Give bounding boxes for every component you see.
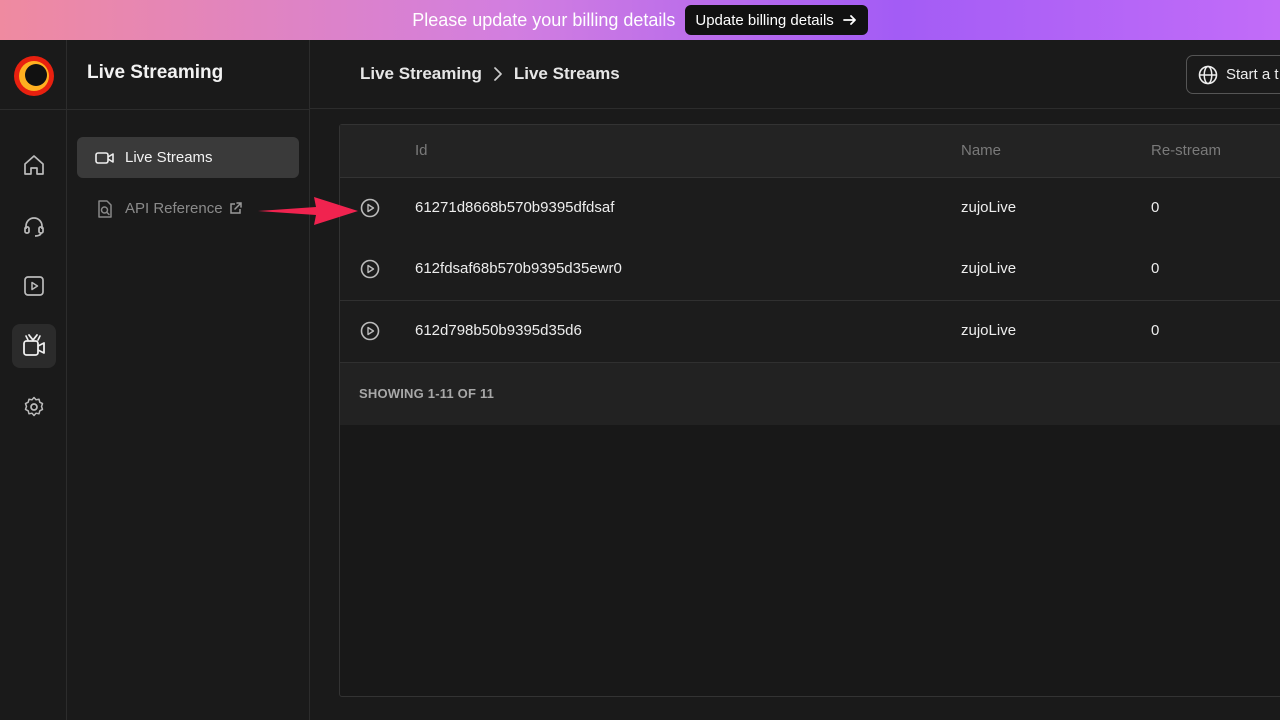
headset-icon [24, 217, 44, 237]
page-header: Live Streaming Live Streams Start a t [310, 40, 1280, 109]
rail-home[interactable] [12, 143, 56, 187]
icon-rail [0, 40, 67, 720]
breadcrumb: Live Streaming Live Streams [360, 64, 620, 84]
play-circle-icon[interactable] [360, 259, 380, 279]
rail-live-streaming[interactable] [12, 324, 56, 368]
sidebar-item-label: API Reference [125, 200, 223, 217]
gear-icon [24, 396, 44, 417]
sidebar-item-label: Live Streams [125, 149, 213, 166]
table-footer: SHOWING 1-11 OF 11 [340, 363, 1280, 425]
breadcrumb-item-live-streaming[interactable]: Live Streaming [360, 64, 482, 84]
sidebar-item-live-streams[interactable]: Live Streams [77, 137, 299, 178]
cell-id: 61271d8668b570b9395dfdsaf [415, 199, 615, 216]
rail-divider [0, 109, 67, 110]
cell-restream: 0 [1151, 322, 1160, 339]
video-camera-icon [95, 151, 114, 164]
annotation-arrow [258, 197, 358, 225]
column-header-restream: Re-stream [1151, 142, 1222, 159]
sidebar-divider [67, 109, 310, 110]
start-button-label: Start a t [1226, 66, 1279, 83]
billing-banner: Please update your billing details Updat… [0, 0, 1280, 40]
pagination-summary: SHOWING 1-11 OF 11 [359, 386, 495, 401]
rail-support[interactable] [12, 204, 56, 248]
banner-message: Please update your billing details [412, 9, 676, 30]
chevron-right-icon [494, 67, 502, 81]
app-logo[interactable] [13, 55, 55, 97]
table-row[interactable]: 612d798b50b9395d35d6 zujoLive 0 [340, 301, 1280, 363]
globe-icon [1198, 65, 1218, 84]
table-row[interactable]: 61271d8668b570b9395dfdsaf zujoLive 0 [340, 178, 1280, 240]
cell-restream: 0 [1151, 199, 1160, 216]
cell-id: 612fdsaf68b570b9395d35ewr0 [415, 260, 622, 277]
app-title: Live Streaming [87, 62, 224, 83]
play-circle-icon[interactable] [360, 198, 380, 218]
video-play-icon [24, 276, 44, 296]
cell-name: zujoLive [961, 199, 1017, 216]
rail-video[interactable] [12, 264, 56, 308]
cell-name: zujoLive [961, 322, 1017, 339]
start-button[interactable]: Start a t [1186, 55, 1280, 94]
cell-name: zujoLive [961, 260, 1017, 277]
home-icon [24, 155, 44, 175]
cell-restream: 0 [1151, 260, 1160, 277]
cell-id: 612d798b50b9395d35d6 [415, 322, 582, 339]
column-header-id: Id [415, 142, 428, 159]
sidebar: Live Streaming Live Streams API Referenc… [67, 40, 310, 720]
external-link-icon [229, 202, 242, 214]
table-row[interactable]: 612fdsaf68b570b9395d35ewr0 zujoLive 0 [340, 239, 1280, 301]
rail-settings[interactable] [12, 385, 56, 429]
table-header: Id Name Re-stream [340, 125, 1280, 178]
breadcrumb-item-live-streams: Live Streams [513, 64, 620, 83]
arrow-right-icon [842, 15, 856, 25]
update-billing-button[interactable]: Update billing details [685, 5, 868, 35]
live-streams-table: Id Name Re-stream 61271d8668b570b9395dfd… [339, 124, 1280, 697]
column-header-name: Name [961, 142, 1002, 159]
api-doc-icon [98, 199, 112, 218]
play-circle-icon[interactable] [360, 321, 380, 341]
update-billing-label: Update billing details [695, 11, 834, 29]
tv-live-icon [23, 334, 45, 356]
